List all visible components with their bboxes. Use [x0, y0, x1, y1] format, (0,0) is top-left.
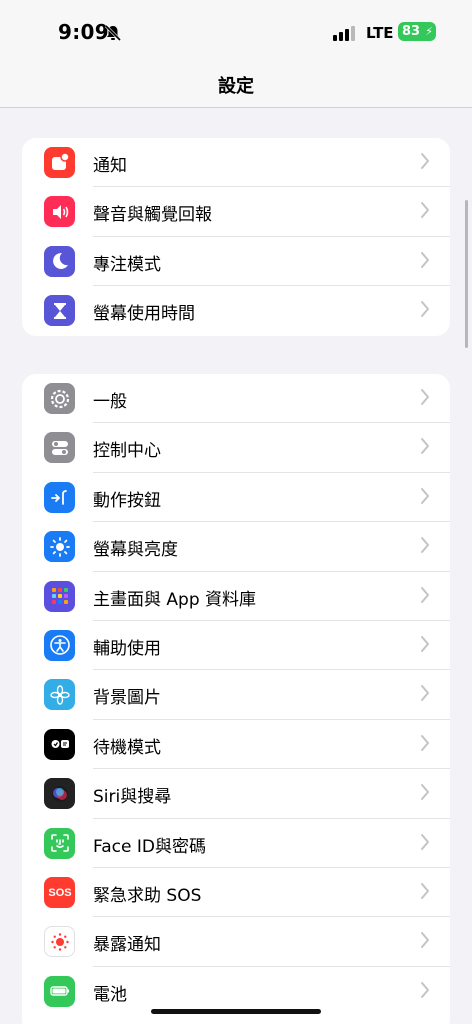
settings-row-screen-time[interactable]: 螢幕使用時間 — [22, 286, 450, 335]
settings-row-display-brightness[interactable]: 螢幕與亮度 — [22, 522, 450, 572]
chevron-right-icon — [421, 389, 429, 405]
wallpaper-icon — [44, 679, 75, 711]
chevron-right-icon — [421, 438, 429, 455]
chevron-right-icon — [421, 833, 429, 850]
settings-group-1: 通知 聲音與觸覺回報 專注模式 螢幕使用時間 — [22, 138, 450, 336]
hourglass-icon — [44, 295, 75, 327]
charging-bolt-icon: ⚡ — [425, 25, 433, 38]
settings-row-label: 待機模式 — [93, 737, 161, 758]
accessibility-icon — [44, 629, 75, 661]
siri-icon — [44, 778, 75, 810]
settings-row-label: 專注模式 — [93, 254, 161, 275]
settings-row-label: 一般 — [93, 392, 127, 412]
exposure-icon — [44, 926, 75, 958]
brightness-icon — [44, 531, 75, 563]
network-type: LTE — [366, 24, 394, 42]
chevron-right-icon — [421, 153, 429, 169]
home-indicator[interactable] — [151, 1009, 321, 1014]
settings-row-label: 暴露通知 — [93, 935, 161, 956]
chevron-right-icon — [421, 882, 429, 899]
chevron-right-icon — [421, 202, 429, 219]
chevron-right-icon — [421, 586, 429, 603]
action-button-icon — [44, 481, 75, 513]
chevron-right-icon — [421, 301, 429, 318]
chevron-right-icon — [421, 784, 429, 801]
settings-row-control-center[interactable]: 控制中心 — [22, 423, 450, 473]
settings-row-label: 電池 — [93, 984, 127, 1005]
chevron-right-icon — [421, 932, 429, 949]
gear-icon — [44, 383, 75, 414]
settings-row-general[interactable]: 一般 — [22, 374, 450, 424]
notifications-icon — [44, 147, 75, 178]
home-screen-icon — [44, 580, 75, 612]
settings-row-label: 主畫面與 App 資料庫 — [93, 589, 257, 610]
settings-row-label: 緊急求助 SOS — [93, 885, 202, 906]
settings-row-label: 控制中心 — [93, 441, 161, 462]
settings-row-action-button[interactable]: 動作按鈕 — [22, 473, 450, 523]
sound-icon — [44, 196, 75, 228]
settings-row-label: Siri與搜尋 — [93, 787, 172, 808]
status-time: 9:09 — [58, 20, 109, 44]
sos-icon: SOS — [44, 876, 75, 908]
chevron-right-icon — [421, 734, 429, 751]
moon-icon — [44, 245, 75, 277]
signal-strength-icon — [333, 26, 355, 41]
settings-row-label: 聲音與觸覺回報 — [93, 205, 212, 226]
battery-indicator: 83 ⚡ — [398, 22, 436, 41]
chevron-right-icon — [421, 635, 429, 652]
face-id-icon — [44, 827, 75, 859]
chevron-right-icon — [421, 981, 429, 998]
chevron-right-icon — [421, 487, 429, 504]
settings-row-face-id[interactable]: Face ID與密碼 — [22, 819, 450, 868]
settings-group-2: 一般 控制中心 動作按鈕 螢幕與亮度 主畫面與 App 資料庫 輔助使用 背景圖… — [22, 374, 450, 1024]
settings-row-accessibility[interactable]: 輔助使用 — [22, 621, 450, 671]
settings-row-sounds[interactable]: 聲音與觸覺回報 — [22, 187, 450, 237]
silent-bell-icon — [104, 24, 122, 42]
settings-row-exposure-notifications[interactable]: 暴露通知 — [22, 917, 450, 967]
battery-level: 83 — [402, 24, 421, 39]
settings-row-siri-search[interactable]: Siri與搜尋 — [22, 769, 450, 819]
chevron-right-icon — [421, 685, 429, 702]
settings-row-label: 螢幕使用時間 — [93, 304, 195, 325]
chevron-right-icon — [421, 251, 429, 268]
settings-row-label: Face ID與密碼 — [93, 836, 206, 857]
toggles-icon — [44, 432, 75, 464]
settings-row-standby[interactable]: 待機模式 — [22, 720, 450, 770]
page-title: 設定 — [218, 76, 254, 97]
settings-row-label: 通知 — [93, 156, 127, 176]
status-bar: 9:09 LTE 83 ⚡ — [0, 0, 472, 62]
scroll-indicator[interactable] — [465, 200, 468, 348]
navigation-bar: 設定 — [0, 62, 472, 108]
standby-icon — [44, 728, 75, 760]
chevron-right-icon — [421, 537, 429, 554]
settings-row-emergency-sos[interactable]: SOS 緊急求助 SOS — [22, 868, 450, 918]
settings-row-focus[interactable]: 專注模式 — [22, 237, 450, 287]
settings-row-label: 背景圖片 — [93, 688, 161, 709]
settings-row-notifications[interactable]: 通知 — [22, 138, 450, 188]
battery-icon — [44, 975, 75, 1007]
settings-row-label: 輔助使用 — [93, 638, 161, 659]
svg-text:SOS: SOS — [48, 887, 71, 899]
settings-row-label: 螢幕與亮度 — [93, 540, 178, 561]
settings-row-wallpaper[interactable]: 背景圖片 — [22, 670, 450, 720]
settings-row-home-screen[interactable]: 主畫面與 App 資料庫 — [22, 572, 450, 621]
settings-row-label: 動作按鈕 — [93, 490, 161, 511]
